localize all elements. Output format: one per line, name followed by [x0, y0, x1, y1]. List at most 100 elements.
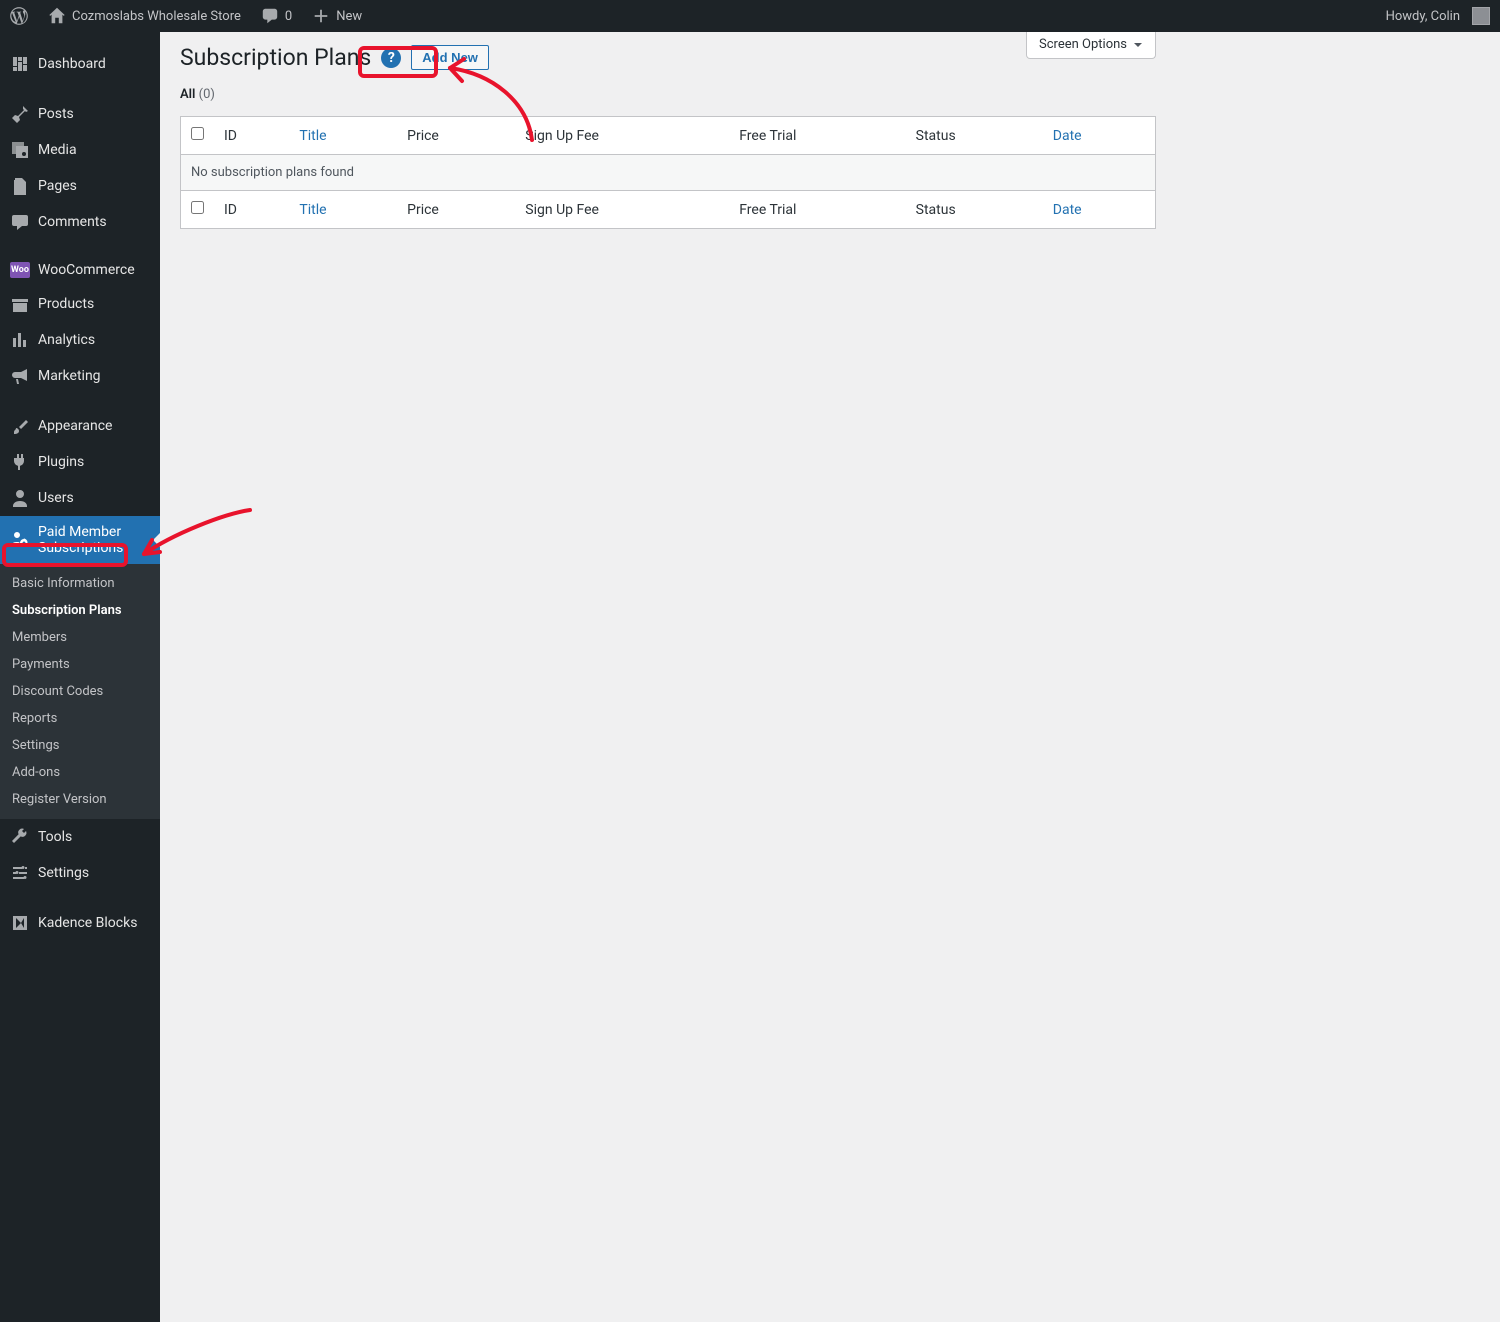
- sidebar-item-kadence-blocks[interactable]: Kadence Blocks: [0, 905, 160, 941]
- sidebar-item-label: Marketing: [38, 368, 101, 384]
- sidebar-item-woocommerce[interactable]: Woo WooCommerce: [0, 254, 160, 286]
- brush-icon: [10, 416, 30, 436]
- sidebar-item-posts[interactable]: Posts: [0, 96, 160, 132]
- wrench-icon: [10, 827, 30, 847]
- filter-all-link[interactable]: All: [180, 87, 195, 102]
- col-signup-fee-foot: Sign Up Fee: [515, 191, 729, 229]
- submenu-subscription-plans[interactable]: Subscription Plans: [0, 597, 160, 624]
- sidebar-item-label: Kadence Blocks: [38, 915, 137, 931]
- member-subscriptions-icon: [10, 530, 30, 550]
- products-icon: [10, 294, 30, 314]
- comments-link[interactable]: 0: [251, 0, 302, 32]
- submenu-settings[interactable]: Settings: [0, 732, 160, 759]
- plans-table: ID Title Price Sign Up Fee Free Trial St…: [180, 116, 1156, 229]
- page-title: Subscription Plans: [180, 44, 371, 71]
- submenu-basic-information[interactable]: Basic Information: [0, 570, 160, 597]
- media-icon: [10, 140, 30, 160]
- megaphone-icon: [10, 366, 30, 386]
- woo-icon: Woo: [10, 262, 30, 278]
- analytics-icon: [10, 330, 30, 350]
- submenu-payments[interactable]: Payments: [0, 651, 160, 678]
- howdy-link[interactable]: Howdy, Colin: [1376, 0, 1500, 32]
- comment-icon: [261, 7, 279, 25]
- col-id-foot: ID: [214, 191, 289, 229]
- sidebar-item-comments[interactable]: Comments: [0, 204, 160, 240]
- sidebar-item-pages[interactable]: Pages: [0, 168, 160, 204]
- sidebar-item-users[interactable]: Users: [0, 480, 160, 516]
- site-home-link[interactable]: Cozmoslabs Wholesale Store: [38, 0, 251, 32]
- sidebar-item-label: Tools: [38, 829, 72, 845]
- col-price: Price: [397, 117, 515, 155]
- col-date-foot[interactable]: Date: [1053, 202, 1082, 218]
- sidebar-item-appearance[interactable]: Appearance: [0, 408, 160, 444]
- screen-options-toggle[interactable]: Screen Options: [1026, 32, 1156, 59]
- sidebar-item-analytics[interactable]: Analytics: [0, 322, 160, 358]
- sidebar-item-tools[interactable]: Tools: [0, 819, 160, 855]
- select-all-checkbox-top[interactable]: [191, 127, 204, 140]
- howdy-text: Howdy, Colin: [1386, 9, 1460, 24]
- user-icon: [10, 488, 30, 508]
- submenu-members[interactable]: Members: [0, 624, 160, 651]
- col-status: Status: [906, 117, 1043, 155]
- filter-all-count: (0): [199, 87, 215, 102]
- sidebar-item-label: Plugins: [38, 454, 84, 470]
- admin-sidebar: Dashboard Posts Media Pages Comments Woo…: [0, 32, 160, 1322]
- sidebar-submenu: Basic Information Subscription Plans Mem…: [0, 564, 160, 819]
- pages-icon: [10, 176, 30, 196]
- sidebar-item-plugins[interactable]: Plugins: [0, 444, 160, 480]
- avatar: [1472, 7, 1490, 25]
- empty-message: No subscription plans found: [181, 155, 1156, 191]
- sidebar-item-label: Paid Member Subscriptions: [38, 524, 150, 556]
- kadence-icon: [10, 913, 30, 933]
- caret-down-icon: [1133, 40, 1143, 50]
- sidebar-item-label: Products: [38, 296, 94, 312]
- comments-icon: [10, 212, 30, 232]
- sidebar-item-products[interactable]: Products: [0, 286, 160, 322]
- sidebar-item-label: Analytics: [38, 332, 95, 348]
- submenu-register-version[interactable]: Register Version: [0, 786, 160, 813]
- sidebar-item-label: Media: [38, 142, 77, 158]
- sidebar-item-marketing[interactable]: Marketing: [0, 358, 160, 394]
- sidebar-item-label: Pages: [38, 178, 77, 194]
- home-icon: [48, 7, 66, 25]
- sidebar-item-label: Users: [38, 490, 74, 506]
- select-all-checkbox-bottom[interactable]: [191, 201, 204, 214]
- sidebar-item-media[interactable]: Media: [0, 132, 160, 168]
- col-date[interactable]: Date: [1053, 128, 1082, 144]
- site-name: Cozmoslabs Wholesale Store: [72, 9, 241, 24]
- sidebar-item-label: WooCommerce: [38, 262, 135, 278]
- plug-icon: [10, 452, 30, 472]
- col-free-trial-foot: Free Trial: [729, 191, 905, 229]
- col-title[interactable]: Title: [299, 128, 326, 144]
- col-free-trial: Free Trial: [729, 117, 905, 155]
- screen-options-label: Screen Options: [1039, 37, 1127, 52]
- dashboard-icon: [10, 54, 30, 74]
- submenu-discount-codes[interactable]: Discount Codes: [0, 678, 160, 705]
- col-price-foot: Price: [397, 191, 515, 229]
- sidebar-item-label: Comments: [38, 214, 107, 230]
- filter-row: All (0): [180, 87, 1156, 102]
- wordpress-icon: [10, 7, 28, 25]
- submenu-add-ons[interactable]: Add-ons: [0, 759, 160, 786]
- plus-icon: [312, 7, 330, 25]
- sliders-icon: [10, 863, 30, 883]
- content-area: Screen Options Subscription Plans ? Add …: [160, 0, 1176, 249]
- page-heading-row: Subscription Plans ? Add New: [180, 44, 1156, 71]
- col-status-foot: Status: [906, 191, 1043, 229]
- sidebar-item-label: Appearance: [38, 418, 112, 434]
- new-content-link[interactable]: New: [302, 0, 372, 32]
- help-icon[interactable]: ?: [381, 48, 401, 68]
- col-signup-fee: Sign Up Fee: [515, 117, 729, 155]
- sidebar-item-label: Dashboard: [38, 56, 106, 72]
- sidebar-item-settings[interactable]: Settings: [0, 855, 160, 891]
- sidebar-item-label: Settings: [38, 865, 89, 881]
- pin-icon: [10, 104, 30, 124]
- sidebar-item-dashboard[interactable]: Dashboard: [0, 46, 160, 82]
- col-title-foot[interactable]: Title: [299, 202, 326, 218]
- wp-logo[interactable]: [0, 0, 38, 32]
- comments-count: 0: [285, 9, 292, 24]
- adminbar: Cozmoslabs Wholesale Store 0 New Howdy, …: [0, 0, 1500, 32]
- sidebar-item-paid-member-subscriptions[interactable]: Paid Member Subscriptions: [0, 516, 160, 564]
- add-new-button[interactable]: Add New: [411, 45, 489, 70]
- submenu-reports[interactable]: Reports: [0, 705, 160, 732]
